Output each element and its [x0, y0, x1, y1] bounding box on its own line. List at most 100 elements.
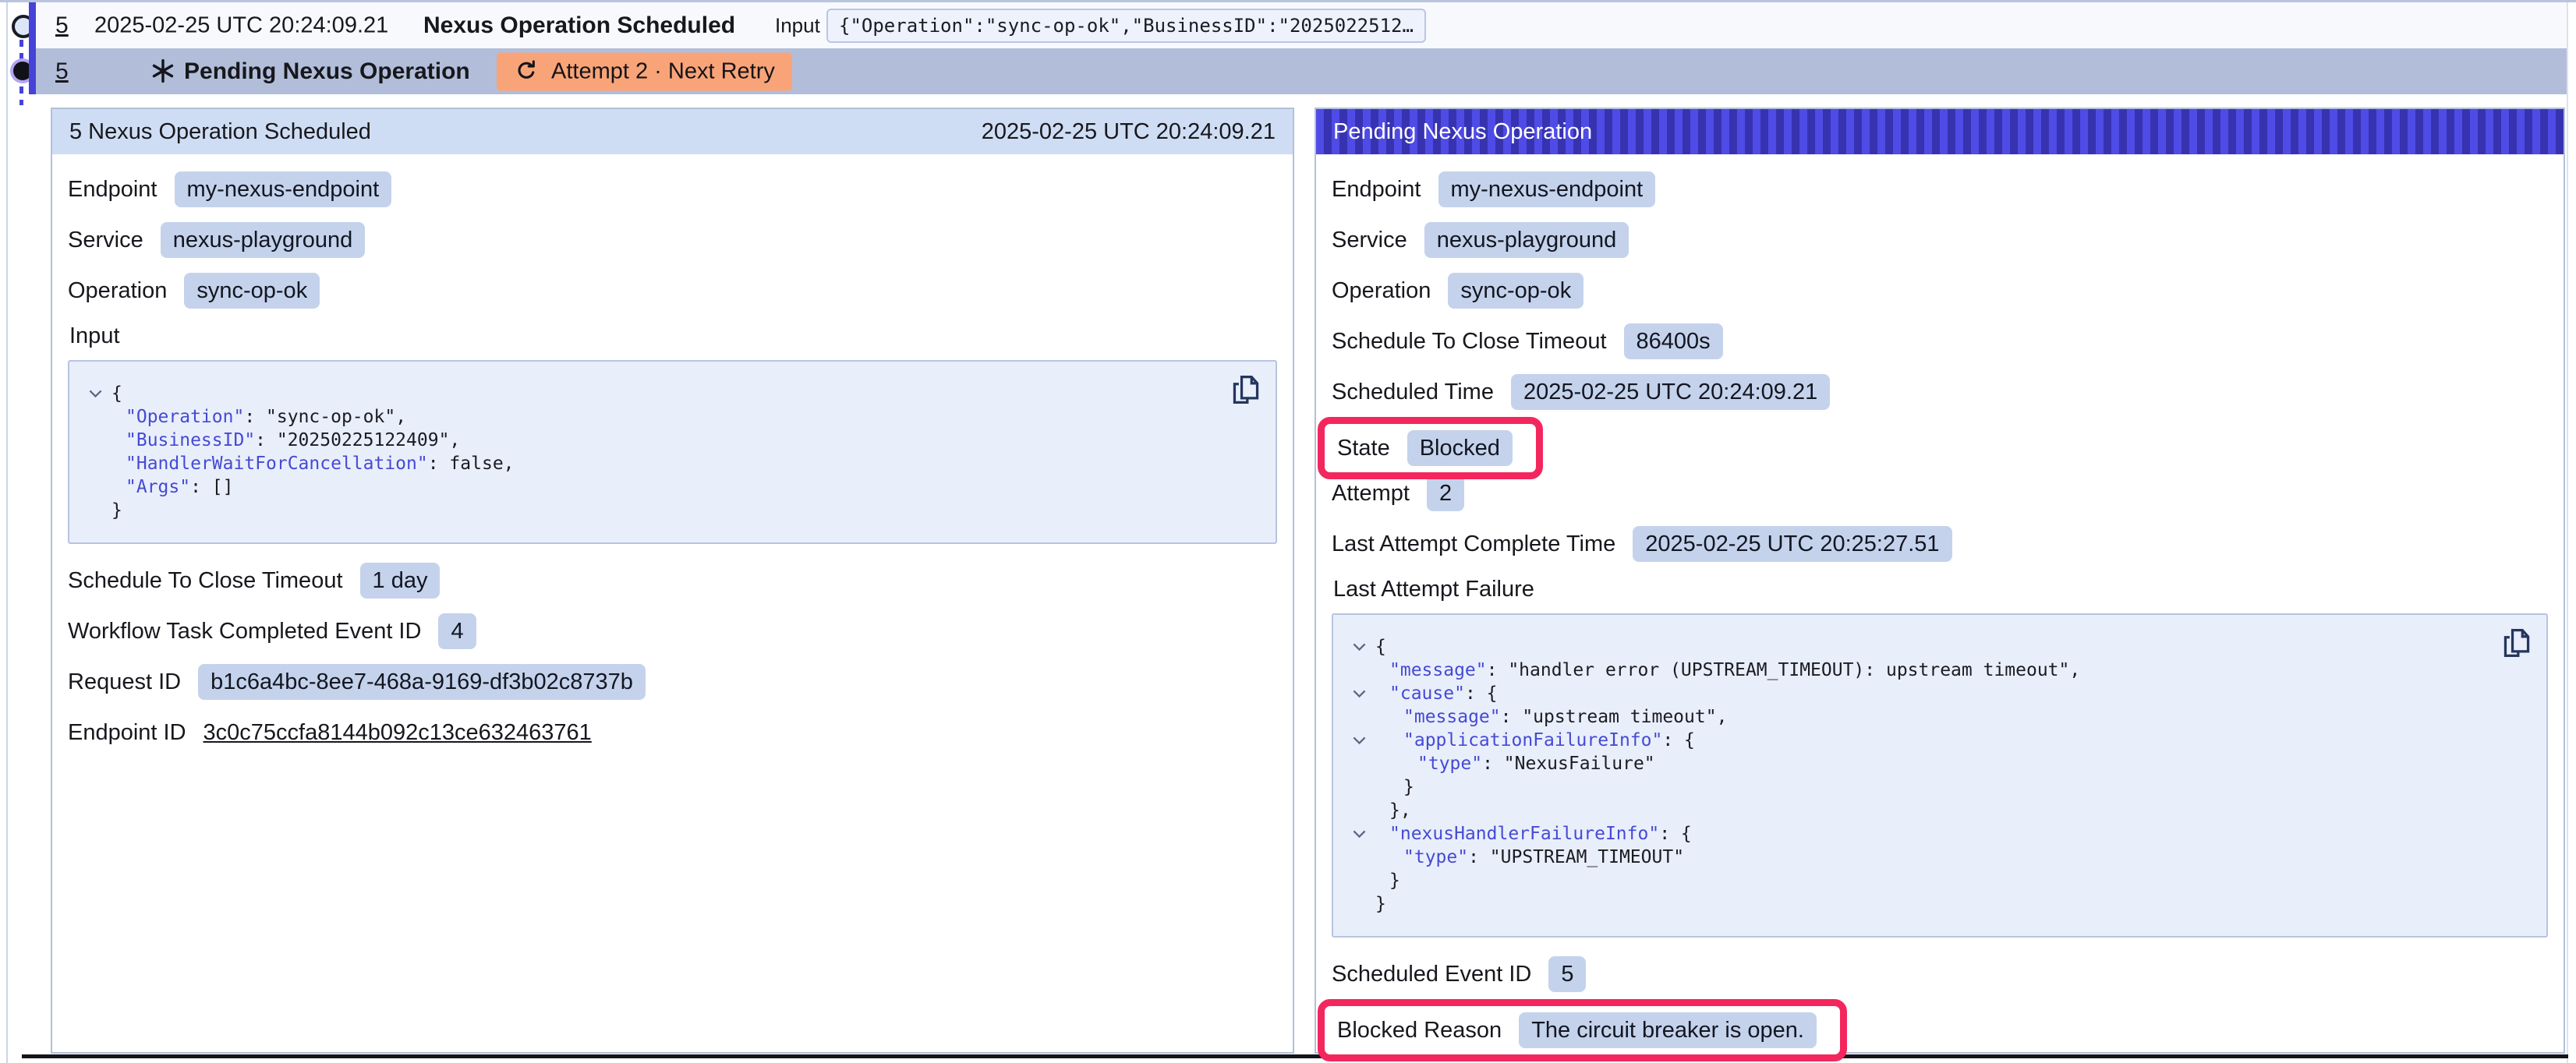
field-service: Service nexus-playground — [68, 222, 1277, 258]
field-value-chip: 5 — [1548, 956, 1586, 992]
code-gutter — [1343, 799, 1375, 822]
field-label: Operation — [1332, 278, 1431, 304]
field-label: Last Attempt Complete Time — [1332, 532, 1615, 557]
collapse-chevron-icon[interactable] — [1343, 682, 1375, 705]
field-label: Blocked Reason — [1337, 1018, 1502, 1044]
field-state-annotated: State Blocked — [1318, 417, 1543, 479]
event-input-preview-chip[interactable]: {"Operation":"sync-op-ok","BusinessID":"… — [826, 9, 1426, 43]
field-label: Scheduled Time — [1332, 380, 1494, 405]
code-line-text: "cause": { — [1389, 682, 1497, 705]
endpoint-id-link[interactable]: 3c0c75ccfa8144b092c13ce632463761 — [203, 720, 592, 746]
field-schedule-to-close-timeout: Schedule To Close Timeout 1 day — [68, 563, 1277, 599]
pending-operation-header-title: Pending Nexus Operation — [1333, 119, 1592, 145]
code-line-text: "message": "upstream timeout", — [1403, 705, 1727, 729]
event-details-body: Endpoint my-nexus-endpoint Service nexus… — [52, 154, 1293, 782]
code-gutter — [79, 405, 111, 429]
event-row-nexus-operation-scheduled[interactable]: 5 2025-02-25 UTC 20:24:09.21 Nexus Opera… — [36, 2, 2567, 48]
field-operation: Operation sync-op-ok — [68, 273, 1277, 309]
code-line-text: { — [111, 382, 122, 405]
field-value-chip: nexus-playground — [1424, 222, 1629, 258]
pending-nexus-operation-row[interactable]: 5 Pending Nexus Operation Attempt 2 · Ne… — [36, 48, 2567, 94]
field-label: Attempt — [1332, 481, 1410, 507]
code-line-text: "applicationFailureInfo": { — [1403, 729, 1695, 752]
field-label: Scheduled Event ID — [1332, 962, 1531, 987]
field-value-chip: 4 — [438, 613, 476, 649]
event-id-link[interactable]: 5 — [55, 58, 69, 85]
input-json-block: {"Operation": "sync-op-ok","BusinessID":… — [68, 360, 1277, 544]
field-request-id: Request ID b1c6a4bc-8ee7-468a-9169-df3b0… — [68, 664, 1277, 700]
field-scheduled-time: Scheduled Time 2025-02-25 UTC 20:24:09.2… — [1332, 374, 2548, 410]
copy-icon[interactable] — [2501, 626, 2532, 660]
pending-operation-title: Pending Nexus Operation — [184, 58, 470, 85]
event-details-header-timestamp: 2025-02-25 UTC 20:24:09.21 — [982, 119, 1276, 145]
event-timestamp: 2025-02-25 UTC 20:24:09.21 — [94, 12, 388, 38]
pending-asterisk-icon — [150, 58, 175, 87]
field-value-chip: 2025-02-25 UTC 20:25:27.51 — [1633, 526, 1951, 562]
field-value-chip: 2 — [1427, 475, 1464, 511]
collapse-chevron-icon[interactable] — [1343, 729, 1375, 752]
copy-icon[interactable] — [1230, 373, 1261, 407]
code-gutter — [79, 452, 111, 475]
field-endpoint: Endpoint my-nexus-endpoint — [1332, 171, 2548, 207]
event-id-link[interactable]: 5 — [55, 12, 69, 39]
vertical-scrollbar-track[interactable] — [2567, 2, 2576, 1063]
retry-icon — [514, 59, 539, 84]
code-line-text: "Args": [] — [126, 475, 233, 499]
field-value-chip: nexus-playground — [161, 222, 366, 258]
code-gutter — [1343, 752, 1375, 775]
retry-badge-label: Attempt 2 · Next Retry — [551, 58, 775, 84]
field-label: Endpoint — [1332, 177, 1421, 203]
last-attempt-failure-label: Last Attempt Failure — [1333, 577, 2548, 602]
code-gutter — [79, 499, 111, 522]
code-line-text: "type": "UPSTREAM_TIMEOUT" — [1403, 846, 1684, 869]
pending-operation-header: Pending Nexus Operation — [1316, 109, 2564, 154]
blocked-reason-value-chip: The circuit breaker is open. — [1519, 1012, 1817, 1048]
event-details-panel: 5 Nexus Operation Scheduled 2025-02-25 U… — [51, 108, 1294, 1054]
field-label: Schedule To Close Timeout — [1332, 329, 1607, 355]
field-endpoint-id: Endpoint ID 3c0c75ccfa8144b092c13ce63246… — [68, 715, 1277, 750]
code-line-text: "BusinessID": "20250225122409", — [126, 429, 460, 452]
code-gutter — [1343, 869, 1375, 892]
field-label: Workflow Task Completed Event ID — [68, 619, 421, 645]
field-label: Endpoint ID — [68, 720, 186, 746]
retry-attempt-badge: Attempt 2 · Next Retry — [497, 52, 792, 90]
code-line-text: "HandlerWaitForCancellation": false, — [126, 452, 515, 475]
field-label: Endpoint — [68, 177, 157, 203]
code-gutter — [1343, 705, 1375, 729]
code-line-text: "message": "handler error (UPSTREAM_TIME… — [1389, 659, 2080, 682]
field-operation: Operation sync-op-ok — [1332, 273, 2548, 309]
code-line-text: { — [1375, 635, 1386, 659]
selected-event-indicator-bar — [29, 2, 36, 94]
field-label: Service — [68, 228, 143, 253]
pending-operation-panel: Pending Nexus Operation Endpoint my-nexu… — [1315, 108, 2565, 1054]
field-value-chip: 1 day — [360, 563, 441, 599]
code-gutter — [1343, 892, 1375, 916]
code-gutter — [79, 429, 111, 452]
field-label: State — [1337, 436, 1390, 461]
code-line-text: }, — [1389, 799, 1411, 822]
field-value-chip: my-nexus-endpoint — [175, 171, 392, 207]
field-blocked-reason-annotated: Blocked Reason The circuit breaker is op… — [1318, 999, 1847, 1061]
event-title: Nexus Operation Scheduled — [423, 12, 735, 39]
code-line-text: } — [1389, 869, 1400, 892]
code-line-text: "type": "NexusFailure" — [1417, 752, 1655, 775]
field-attempt: Attempt 2 — [1332, 475, 2548, 511]
field-value-chip: b1c6a4bc-8ee7-468a-9169-df3b02c8737b — [198, 664, 646, 700]
failure-json-block: {"message": "handler error (UPSTREAM_TIM… — [1332, 613, 2548, 938]
collapse-chevron-icon[interactable] — [1343, 635, 1375, 659]
code-gutter — [1343, 659, 1375, 682]
collapse-chevron-icon[interactable] — [79, 382, 111, 405]
field-service: Service nexus-playground — [1332, 222, 2548, 258]
code-gutter — [1343, 846, 1375, 869]
field-value-chip: sync-op-ok — [184, 273, 320, 309]
field-value-chip: my-nexus-endpoint — [1438, 171, 1656, 207]
pending-operation-body: Endpoint my-nexus-endpoint Service nexus… — [1316, 154, 2564, 1063]
timeline-connector-dashed — [19, 40, 23, 60]
field-workflow-task-completed-event-id: Workflow Task Completed Event ID 4 — [68, 613, 1277, 649]
code-gutter — [79, 475, 111, 499]
workflow-event-history-view: 5 2025-02-25 UTC 20:24:09.21 Nexus Opera… — [0, 0, 2576, 1063]
collapse-chevron-icon[interactable] — [1343, 822, 1375, 846]
field-endpoint: Endpoint my-nexus-endpoint — [68, 171, 1277, 207]
code-line-text: } — [1403, 775, 1414, 799]
event-details-header-title: 5 Nexus Operation Scheduled — [69, 119, 371, 145]
